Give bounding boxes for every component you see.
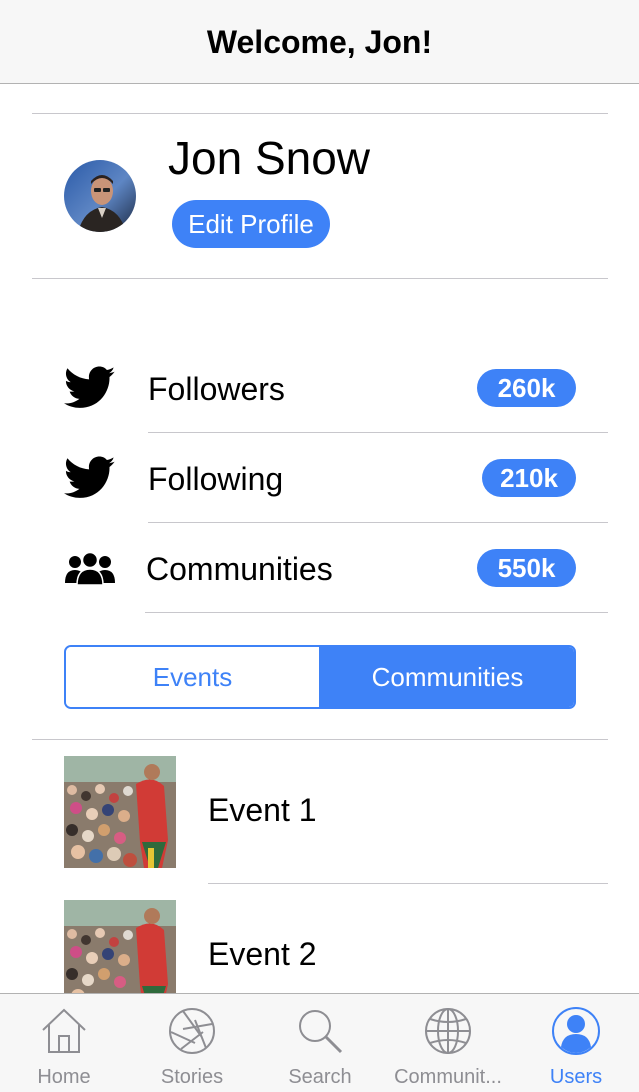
event-thumbnail	[64, 900, 176, 993]
search-icon	[299, 1010, 343, 1054]
stat-label-communities: Communities	[146, 551, 333, 587]
stat-label-following: Following	[148, 461, 284, 497]
events-communities-segmented-control: Events Communities	[64, 645, 576, 709]
profile-top-divider	[32, 113, 608, 114]
segment-communities[interactable]: Communities	[321, 647, 574, 707]
segment-events[interactable]: Events	[66, 647, 321, 707]
tab-label: Stories	[160, 1066, 224, 1088]
tab-communities[interactable]: Communit...	[384, 994, 512, 1092]
communities-count-badge: 550k	[477, 549, 576, 587]
tab-label: Search	[288, 1066, 352, 1088]
tab-home[interactable]: Home	[0, 994, 128, 1092]
crowd-photo	[64, 900, 176, 993]
stat-divider	[148, 522, 608, 523]
user-icon	[552, 1007, 600, 1055]
aperture-icon	[169, 1008, 215, 1054]
tab-search[interactable]: Search	[256, 994, 384, 1092]
list-top-divider	[32, 739, 608, 740]
tab-label: Home	[37, 1066, 91, 1088]
twitter-bird-icon	[64, 456, 116, 498]
followers-count-badge: 260k	[477, 369, 576, 407]
event-divider	[208, 883, 608, 884]
tab-label: Users	[549, 1066, 603, 1088]
avatar-photo	[64, 160, 136, 232]
home-icon	[42, 1008, 86, 1053]
event-thumbnail	[64, 756, 176, 868]
crowd-photo	[64, 756, 176, 868]
profile-bottom-divider	[32, 278, 608, 279]
event-title: Event 1	[208, 792, 317, 828]
twitter-bird-icon	[64, 366, 116, 408]
profile-name: Jon Snow	[168, 132, 371, 184]
event-title: Event 2	[208, 936, 317, 972]
people-group-icon	[65, 551, 115, 586]
following-count-badge: 210k	[482, 459, 576, 497]
stat-label-followers: Followers	[148, 371, 285, 407]
tab-stories[interactable]: Stories	[128, 994, 256, 1092]
stat-divider	[148, 432, 608, 433]
page-title: Welcome, Jon!	[206, 24, 433, 60]
edit-profile-button[interactable]: Edit Profile	[172, 200, 330, 248]
globe-icon	[425, 1008, 471, 1054]
tab-label: Communit...	[394, 1066, 502, 1088]
navigation-bar: Welcome, Jon!	[0, 0, 639, 84]
profile-avatar[interactable]	[64, 160, 136, 232]
tab-users[interactable]: Users	[512, 994, 639, 1092]
tab-bar: Home Stories Search Communit... Users	[0, 993, 639, 1092]
stat-divider	[145, 612, 608, 613]
